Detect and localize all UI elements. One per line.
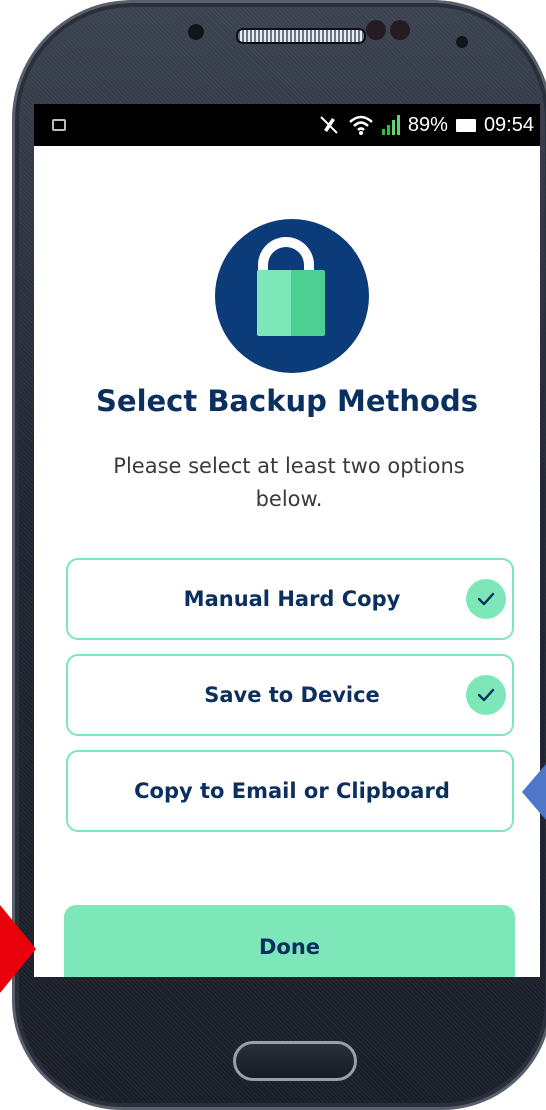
battery-percent: 89% bbox=[407, 114, 448, 136]
status-clock: 09:54 bbox=[483, 114, 534, 136]
option-label: Manual Hard Copy bbox=[183, 587, 401, 611]
option-save-to-device[interactable]: Save to Device bbox=[66, 654, 514, 736]
status-icons: 89% 09:54 bbox=[318, 104, 534, 146]
option-label: Copy to Email or Clipboard bbox=[134, 779, 450, 803]
earpiece-speaker bbox=[236, 28, 366, 44]
mute-icon bbox=[320, 116, 338, 134]
image-icon bbox=[52, 119, 66, 131]
lock-body-right bbox=[291, 270, 325, 336]
status-bar: 89% 09:54 bbox=[34, 104, 540, 146]
wifi-icon bbox=[349, 115, 373, 135]
app-screen: 89% 09:54 Select Backup Methods Please s… bbox=[34, 104, 540, 977]
front-sensor-3 bbox=[390, 20, 410, 40]
option-copy-to-email-or-clipboard[interactable]: Copy to Email or Clipboard bbox=[66, 750, 514, 832]
signal-icon bbox=[381, 115, 400, 135]
blue-arrow-annotation bbox=[522, 764, 546, 820]
red-arrow-annotation bbox=[0, 905, 36, 993]
home-button[interactable] bbox=[233, 1041, 357, 1081]
page-title: Select Backup Methods bbox=[96, 384, 478, 418]
front-sensor-2 bbox=[366, 20, 386, 40]
check-icon bbox=[466, 675, 506, 715]
done-button[interactable]: Done bbox=[64, 905, 515, 977]
battery-icon bbox=[455, 118, 476, 132]
page-subtitle: Please select at least two options below… bbox=[113, 454, 465, 511]
done-button-label: Done bbox=[258, 935, 321, 959]
check-icon bbox=[466, 579, 506, 619]
lock-body-left bbox=[257, 270, 291, 336]
lock-icon bbox=[215, 219, 369, 373]
front-sensor-1 bbox=[188, 24, 204, 40]
option-manual-hard-copy[interactable]: Manual Hard Copy bbox=[66, 558, 514, 640]
option-label: Save to Device bbox=[204, 683, 380, 707]
front-camera bbox=[456, 36, 468, 48]
